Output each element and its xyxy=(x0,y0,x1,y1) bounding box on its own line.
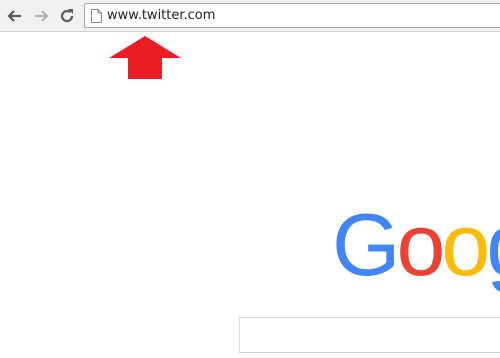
logo-letter: o xyxy=(441,195,490,294)
browser-window: www.twitter.com Goog xyxy=(0,0,500,358)
address-url: www.twitter.com xyxy=(107,8,216,23)
logo-letter: G xyxy=(332,195,400,294)
forward-button[interactable] xyxy=(32,7,50,25)
arrow-left-icon xyxy=(7,10,21,22)
reload-icon xyxy=(60,9,74,23)
browser-toolbar: www.twitter.com xyxy=(0,0,500,32)
logo-letter: o xyxy=(396,195,445,294)
arrow-right-icon xyxy=(35,10,49,22)
logo-letter: g xyxy=(486,200,500,290)
red-up-arrow-icon xyxy=(109,36,181,79)
search-input[interactable] xyxy=(239,317,500,353)
reload-button[interactable] xyxy=(58,7,76,25)
address-bar[interactable]: www.twitter.com xyxy=(84,3,500,28)
google-logo: Goog xyxy=(332,200,500,290)
back-button[interactable] xyxy=(6,7,24,25)
page-icon xyxy=(91,9,102,23)
